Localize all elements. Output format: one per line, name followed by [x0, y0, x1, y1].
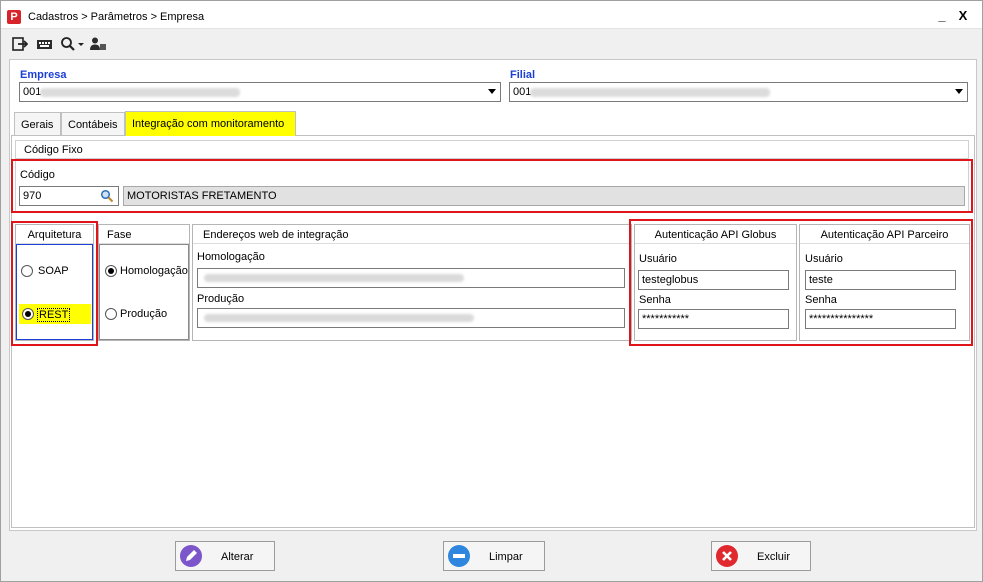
producao-url-redacted	[204, 314, 474, 322]
search-dropdown-icon[interactable]	[60, 36, 86, 52]
parceiro-usuario-label: Usuário	[805, 253, 843, 265]
arquitetura-focus-frame	[16, 244, 93, 340]
enderecos-header: Endereços web de integração	[193, 225, 631, 244]
user-settings-icon[interactable]	[89, 36, 107, 52]
codigo-descricao-field: MOTORISTAS FRETAMENTO	[123, 186, 965, 206]
fase-header: Fase	[99, 225, 189, 244]
filial-select[interactable]: 001 -	[509, 82, 968, 102]
filial-redacted-text	[530, 88, 770, 97]
toolbar	[2, 30, 982, 58]
edit-icon	[180, 545, 202, 567]
divider	[15, 158, 969, 159]
exit-icon[interactable]	[12, 36, 29, 52]
parceiro-usuario-input[interactable]: teste	[805, 270, 956, 290]
limpar-label: Limpar	[489, 551, 523, 563]
filial-label: Filial	[510, 69, 536, 81]
minus-circle-icon	[448, 545, 470, 567]
homologacao-url-redacted	[204, 274, 464, 282]
excluir-button[interactable]: Excluir	[711, 541, 811, 571]
empresa-redacted-text	[40, 88, 240, 97]
homologacao-label: Homologação	[120, 265, 188, 277]
producao-url-input[interactable]	[197, 308, 625, 328]
parceiro-senha-label: Senha	[805, 294, 837, 306]
search-icon[interactable]	[100, 189, 114, 206]
excluir-label: Excluir	[757, 551, 791, 563]
homologacao-url-input[interactable]	[197, 268, 625, 288]
chevron-down-icon	[955, 89, 963, 94]
codigo-input[interactable]: 970	[19, 186, 119, 206]
keyboard-icon[interactable]	[36, 36, 52, 52]
chevron-down-icon	[488, 89, 496, 94]
window-title: Cadastros > Parâmetros > Empresa	[28, 11, 205, 23]
arquitetura-header: Arquitetura	[16, 225, 93, 244]
globus-usuario-label: Usuário	[639, 253, 677, 265]
fase-inner-frame	[99, 244, 189, 340]
app-window: P Cadastros > Parâmetros > Empresa _ X E…	[0, 0, 983, 582]
soap-radio[interactable]	[21, 265, 33, 277]
codigo-fixo-header: Código Fixo	[24, 144, 83, 156]
app-logo-icon: P	[7, 10, 21, 24]
close-button[interactable]: X	[956, 9, 970, 23]
empresa-select[interactable]: 001 -	[19, 82, 501, 102]
producao-url-label: Produção	[197, 293, 245, 305]
alterar-label: Alterar	[221, 551, 254, 563]
auth-parceiro-header: Autenticação API Parceiro	[800, 225, 969, 244]
minimize-button[interactable]: _	[935, 9, 949, 24]
tab-gerais[interactable]: Gerais	[14, 112, 61, 135]
alterar-button[interactable]: Alterar	[175, 541, 275, 571]
globus-senha-label: Senha	[639, 294, 671, 306]
delete-x-icon	[716, 545, 738, 567]
rest-radio[interactable]	[22, 308, 34, 320]
homologacao-radio[interactable]	[105, 265, 117, 277]
tab-contabeis[interactable]: Contábeis	[61, 112, 125, 135]
producao-label: Produção	[120, 308, 168, 320]
soap-label: SOAP	[38, 265, 69, 277]
globus-senha-input[interactable]: ***********	[638, 309, 789, 329]
homologacao-url-label: Homologação	[197, 251, 265, 263]
limpar-button[interactable]: Limpar	[443, 541, 545, 571]
auth-globus-header: Autenticação API Globus	[635, 225, 796, 244]
empresa-label: Empresa	[20, 69, 67, 81]
codigo-label: Código	[20, 169, 55, 181]
globus-usuario-input[interactable]: testeglobus	[638, 270, 789, 290]
tab-integracao-monitoramento[interactable]: Integração com monitoramento	[125, 111, 296, 136]
rest-label: REST	[37, 308, 71, 322]
producao-radio[interactable]	[105, 308, 117, 320]
parceiro-senha-input[interactable]: ***************	[805, 309, 956, 329]
codigo-value: 970	[23, 190, 42, 202]
title-bar: P Cadastros > Parâmetros > Empresa _ X	[1, 1, 982, 29]
